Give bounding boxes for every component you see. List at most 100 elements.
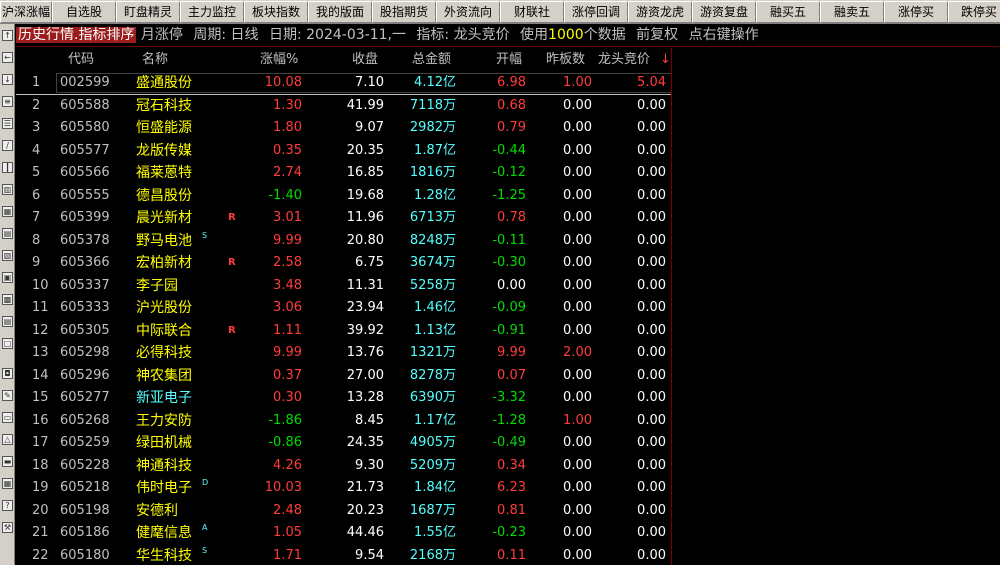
total-amount: 1321万	[409, 345, 456, 360]
col-code-header[interactable]: 代码	[68, 48, 94, 72]
table-row[interactable]: 9 605366 宏柏新材 R 2.58 6.75 3674万 -0.30 0.00 0.00	[16, 252, 672, 275]
toolbar-button-hot-money-review[interactable]: 游资复盘	[692, 1, 756, 23]
bar-chart-icon[interactable]: ▥	[2, 184, 13, 195]
panel-icon[interactable]: ▣	[2, 272, 13, 283]
table-row[interactable]: 17 605259 绿田机械 -0.86 24.35 4905万 -0.49 0.00 0.00	[16, 432, 672, 455]
indicator-label[interactable]: 指标: 龙头竞价	[416, 27, 509, 43]
close-price: 9.07	[355, 120, 384, 135]
toolbar-button-foreign-flow[interactable]: 外资流向	[436, 1, 500, 23]
open-pct: -0.23	[492, 525, 526, 540]
col-amount-header[interactable]: 总金额	[412, 48, 451, 72]
keyboard-icon[interactable]: ▦	[2, 478, 13, 489]
screen-icon[interactable]: ▬	[2, 456, 13, 467]
toolbar-button-hot-money[interactable]: 游资龙虎	[628, 1, 692, 23]
table-row[interactable]: 20 605198 安德利 2.48 20.23 1687万 0.81 0.00 0.00	[16, 500, 672, 523]
auction-value: 0.00	[637, 322, 666, 338]
toolbar-button-cls[interactable]: 财联社	[500, 1, 564, 23]
table-row[interactable]: 15 605277 新亚电子 0.30 13.28 6390万 -3.32 0.00 0.00	[16, 387, 672, 410]
table-row[interactable]: 4 605577 龙版传媒 0.35 20.35 1.87亿 -0.44 0.00 0.00	[16, 140, 672, 163]
flask-icon[interactable]: △	[2, 434, 13, 445]
col-name-header[interactable]: 名称	[142, 48, 168, 72]
stock-code: 605198	[60, 502, 110, 518]
adjust-label[interactable]: 前复权	[636, 27, 678, 43]
use-count: 1000	[548, 27, 584, 43]
window-icon[interactable]: □	[2, 338, 13, 349]
close-price: 11.31	[346, 277, 384, 293]
table-row[interactable]: 14 605296 神农集团 0.37 27.00 8278万 0.07 0.00 0.00	[16, 365, 672, 388]
date-label[interactable]: 日期: 2024-03-11,一	[269, 27, 406, 43]
toolbar-button-limit-down-buy[interactable]: 跌停买	[948, 1, 1000, 23]
toolbar-button-margin-buy[interactable]: 融买五	[756, 1, 820, 23]
report-icon[interactable]: ▧	[2, 250, 13, 261]
table-row[interactable]: 18 605228 神通科技 4.26 9.30 5209万 0.34 0.00 0.00	[16, 455, 672, 478]
stock-code: 605259	[60, 435, 110, 450]
pencil-icon[interactable]: ✎	[2, 390, 13, 401]
arrow-down-icon[interactable]: ↓	[2, 74, 13, 85]
col-close-header[interactable]: 收盘	[352, 48, 378, 72]
table-row[interactable]: 8 605378 野马电池 S 9.99 20.80 8248万 -0.11 0.00 0.00	[16, 230, 672, 253]
financing-flag: R	[228, 257, 236, 268]
col-auction-header[interactable]: 龙头竞价	[598, 48, 650, 72]
help-icon[interactable]: ?	[2, 500, 13, 511]
table-row[interactable]: 21 605186 健麾信息 A 1.05 44.46 1.55亿 -0.23 0.00 0.00	[16, 522, 672, 545]
stock-code: 605228	[60, 457, 110, 473]
toolbar-button-sector-index[interactable]: 板块指数	[244, 1, 308, 23]
candlestick-icon[interactable]: ┃	[2, 162, 13, 173]
open-pct: 0.00	[497, 277, 526, 293]
list-icon[interactable]: ☰	[2, 118, 13, 129]
arrow-left-icon[interactable]: ←	[2, 52, 13, 63]
sheet-icon[interactable]: ▤	[2, 316, 13, 327]
toolbar-button-index-futures[interactable]: 股指期货	[372, 1, 436, 23]
close-price: 9.54	[355, 547, 384, 563]
col-open-header[interactable]: 开幅	[496, 48, 522, 72]
printer-icon[interactable]: ▭	[2, 412, 13, 423]
auction-value: 0.00	[637, 390, 666, 405]
prev-board-count: 0.00	[563, 547, 592, 563]
stock-name: 恒盛能源	[136, 120, 192, 136]
close-price: 41.99	[346, 97, 384, 113]
col-change-header[interactable]: 涨幅%	[260, 48, 298, 72]
toolbar-button-margin-sell[interactable]: 融卖五	[820, 1, 884, 23]
table-row[interactable]: 6 605555 德昌股份 -1.40 19.68 1.28亿 -1.25 0.00 0.00	[16, 185, 672, 208]
table-row[interactable]: 1 002599 盛通股份 10.08 7.10 4.12亿 6.98 1.00 5.04	[16, 72, 672, 95]
grid-icon[interactable]: ▦	[2, 206, 13, 217]
col-prev-board-header[interactable]: 昨板数	[546, 48, 585, 72]
toolbar-button-limit-pullback[interactable]: 涨停回调	[564, 1, 628, 23]
document-icon[interactable]: ≡	[2, 96, 13, 107]
change-pct: 10.03	[264, 480, 302, 495]
table-row[interactable]: 13 605298 必得科技 9.99 13.76 1321万 9.99 2.00 0.00	[16, 342, 672, 365]
table-icon[interactable]: ▤	[2, 228, 13, 239]
toolbar-button-market-rise[interactable]: 沪深涨幅	[0, 1, 52, 23]
lock-icon[interactable]: ◘	[2, 368, 13, 379]
table-row[interactable]: 2 605588 冠石科技 1.30 41.99 7118万 0.68 0.00 0.00	[16, 95, 672, 118]
toolbar-button-my-layout[interactable]: 我的版面	[308, 1, 372, 23]
table-row[interactable]: 22 605180 华生科技 S 1.71 9.54 2168万 0.11 0.00 0.00	[16, 545, 672, 565]
table-row[interactable]: 11 605333 沪光股份 3.06 23.94 1.46亿 -0.09 0.00 0.00	[16, 297, 672, 320]
period-label[interactable]: 周期: 日线	[193, 27, 258, 43]
calendar-icon[interactable]: ▩	[2, 294, 13, 305]
table-row[interactable]: 16 605268 王力安防 -1.86 8.45 1.17亿 -1.28 1.00 0.00	[16, 410, 672, 433]
row-index: 11	[32, 300, 49, 315]
toolbar-button-watchlist[interactable]: 自选股	[52, 1, 116, 23]
toolbar-button-main-force[interactable]: 主力监控	[180, 1, 244, 23]
open-pct: 0.07	[497, 367, 526, 383]
toolbar-button-monitor-sprite[interactable]: 盯盘精灵	[116, 1, 180, 23]
table-row[interactable]: 19 605218 伟时电子 D 10.03 21.73 1.84亿 6.23 0.00 0.00	[16, 477, 672, 500]
table-row[interactable]: 5 605566 福莱蒽特 2.74 16.85 1816万 -0.12 0.00 0.00	[16, 162, 672, 185]
row-index: 2	[32, 97, 41, 113]
view-mode-label[interactable]: 历史行情.指标排序	[16, 27, 137, 43]
stock-name: 德昌股份	[136, 187, 192, 204]
table-row[interactable]: 3 605580 恒盛能源 1.80 9.07 2982万 0.79 0.00 0.00	[16, 117, 672, 140]
change-pct: 1.05	[273, 525, 302, 540]
chart-line-icon[interactable]: ∕	[2, 140, 13, 151]
arrow-up-icon[interactable]: ↑	[2, 30, 13, 41]
range-label[interactable]: 月涨停	[141, 27, 183, 43]
toolbar-button-limit-up-buy[interactable]: 涨停买	[884, 1, 948, 23]
auction-value: 0.00	[637, 97, 666, 113]
tools-icon[interactable]: ⚒	[2, 522, 13, 533]
auction-value: 0.00	[637, 210, 666, 225]
table-row[interactable]: 12 605305 中际联合 R 1.11 39.92 1.13亿 -0.91 0.00 0.00	[16, 320, 672, 343]
stock-mark: A	[202, 523, 208, 532]
table-row[interactable]: 10 605337 李子园 3.48 11.31 5258万 0.00 0.00 0.00	[16, 275, 672, 298]
table-row[interactable]: 7 605399 晨光新材 R 3.01 11.96 6713万 0.78 0.00 0.00	[16, 207, 672, 230]
